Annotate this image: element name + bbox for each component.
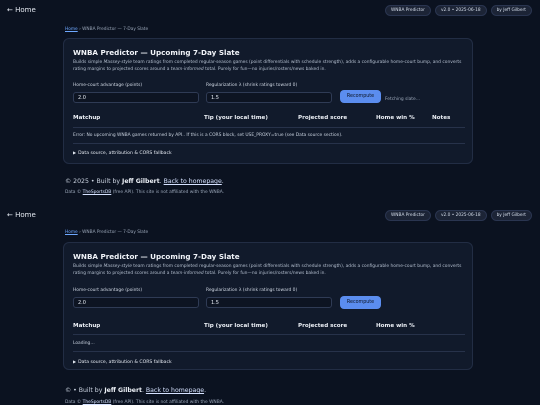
footer-attribution: Data © TheSportsDB (free API). This site… <box>65 190 225 195</box>
version-badge: v2.0 • 2025-06-18 <box>434 5 487 16</box>
regularization-label: Regularization λ (shrink ratings toward … <box>206 83 298 88</box>
footer: © • Built by Jeff Gilbert. Back to homep… <box>65 387 207 394</box>
regularization-label: Regularization λ (shrink ratings toward … <box>206 288 298 293</box>
home-court-input[interactable]: 2.0 <box>73 92 199 103</box>
thesportsdb-link[interactable]: TheSportsDB <box>83 190 112 195</box>
recompute-button[interactable]: Recompute <box>340 90 381 103</box>
col-home-win: Home win % <box>376 115 415 121</box>
header-badges: WNBA Predictor v2.0 • 2025-06-18 by Jeff… <box>385 5 532 16</box>
app-name-badge: WNBA Predictor <box>385 210 431 221</box>
card-description: Builds simple Massey-style team ratings … <box>73 60 462 72</box>
col-tip-time: Tip (your local time) <box>204 115 268 121</box>
col-home-win: Home win % <box>376 323 415 329</box>
table-row-divider <box>73 351 465 352</box>
author-badge: by Jeff Gilbert <box>490 210 532 221</box>
disclosure-triangle-icon: ▶ <box>73 359 77 364</box>
breadcrumb: Home › WNBA Predictor — 7-Day Slate <box>65 230 148 235</box>
loading-message: Loading… <box>73 341 95 346</box>
top-bar: ← Home WNBA Predictor v2.0 • 2025-06-18 … <box>0 209 540 223</box>
home-court-label: Home-court advantage (points) <box>73 288 143 293</box>
page-view-loading: ← Home WNBA Predictor v2.0 • 2025-06-18 … <box>0 205 540 405</box>
card-description: Builds simple Massey-style team ratings … <box>73 264 462 276</box>
page-view-error: ← Home WNBA Predictor v2.0 • 2025-06-18 … <box>0 0 540 205</box>
back-home-link[interactable]: ← Home <box>7 211 36 219</box>
author-badge: by Jeff Gilbert <box>490 5 532 16</box>
breadcrumb-home-link[interactable]: Home <box>65 27 78 32</box>
home-court-label: Home-court advantage (points) <box>73 83 143 88</box>
footer-attribution: Data © TheSportsDB (free API). This site… <box>65 400 225 405</box>
col-projected-score: Projected score <box>298 115 348 121</box>
data-source-details[interactable]: ▶ Data source, attribution & CORS fallbac… <box>73 359 172 365</box>
recompute-button[interactable]: Recompute <box>340 296 381 309</box>
col-tip-time: Tip (your local time) <box>204 323 268 329</box>
col-matchup: Matchup <box>73 115 101 121</box>
regularization-input[interactable]: 1.5 <box>206 92 332 103</box>
data-source-details[interactable]: ▶ Data source, attribution & CORS fallbac… <box>73 150 172 156</box>
breadcrumb-current: WNBA Predictor — 7-Day Slate <box>82 230 149 235</box>
breadcrumb-current: WNBA Predictor — 7-Day Slate <box>82 27 149 32</box>
card-title: WNBA Predictor — Upcoming 7-Day Slate <box>73 252 240 261</box>
disclosure-triangle-icon: ▶ <box>73 150 77 155</box>
footer: © 2025 • Built by Jeff Gilbert. Back to … <box>65 178 224 185</box>
footer-back-link[interactable]: Back to homepage <box>164 178 222 185</box>
predictor-card: WNBA Predictor — Upcoming 7-Day Slate Bu… <box>63 242 473 370</box>
thesportsdb-link[interactable]: TheSportsDB <box>83 400 112 405</box>
app-name-badge: WNBA Predictor <box>385 5 431 16</box>
top-bar: ← Home WNBA Predictor v2.0 • 2025-06-18 … <box>0 4 540 18</box>
breadcrumb: Home › WNBA Predictor — 7-Day Slate <box>65 27 148 32</box>
header-badges: WNBA Predictor v2.0 • 2025-06-18 by Jeff… <box>385 210 532 221</box>
col-notes: Notes <box>432 115 451 121</box>
home-court-input[interactable]: 2.0 <box>73 297 199 308</box>
footer-author: Jeff Gilbert <box>104 387 142 394</box>
table-header-divider <box>73 334 465 335</box>
footer-author: Jeff Gilbert <box>122 178 160 185</box>
card-title: WNBA Predictor — Upcoming 7-Day Slate <box>73 48 240 57</box>
footer-back-link[interactable]: Back to homepage <box>146 387 204 394</box>
breadcrumb-home-link[interactable]: Home <box>65 230 78 235</box>
table-row-divider <box>73 143 465 144</box>
back-home-link[interactable]: ← Home <box>7 6 36 14</box>
fetch-status: Fetching slate… <box>385 97 421 102</box>
table-header-divider <box>73 127 465 128</box>
predictor-card: WNBA Predictor — Upcoming 7-Day Slate Bu… <box>63 38 473 164</box>
error-message: Error: No upcoming WNBA games returned b… <box>73 133 343 138</box>
version-badge: v2.0 • 2025-06-18 <box>434 210 487 221</box>
regularization-input[interactable]: 1.5 <box>206 297 332 308</box>
col-matchup: Matchup <box>73 323 101 329</box>
col-projected-score: Projected score <box>298 323 348 329</box>
